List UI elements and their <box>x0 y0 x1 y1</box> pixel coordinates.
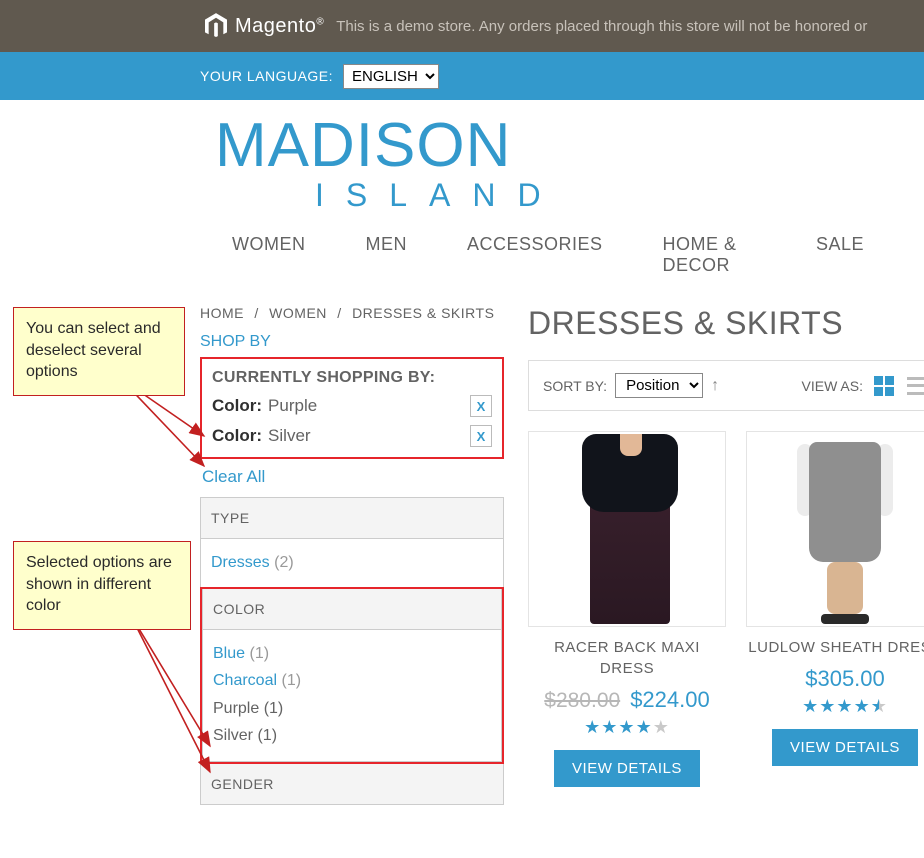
product-image-link[interactable] <box>528 431 726 627</box>
price: $224.00 <box>630 687 710 712</box>
old-price: $280.00 <box>544 689 620 712</box>
sort-by-select[interactable]: Position <box>615 373 703 398</box>
currently-shopping-box: CURRENTLY SHOPPING BY: Color: Purple X C… <box>200 357 504 459</box>
shop-by-title: SHOP BY <box>200 333 504 351</box>
nav-women[interactable]: WOMEN <box>232 234 306 276</box>
view-as-label: VIEW AS: <box>802 378 863 394</box>
main-column: DRESSES & SKIRTS SORT BY: Position ↑ VIE… <box>504 289 924 805</box>
currently-shopping-head: CURRENTLY SHOPPING BY: <box>202 359 502 393</box>
product-name[interactable]: RACER BACK MAXI DRESS <box>528 637 726 679</box>
filter-option-charcoal[interactable]: Charcoal <box>213 672 277 689</box>
rating-stars: ★★★★★ <box>528 717 726 738</box>
current-filter-value: Silver <box>268 426 311 446</box>
clear-all-link[interactable]: Clear All <box>200 459 265 497</box>
product-image-link[interactable] <box>746 431 924 627</box>
filter-color-block: COLOR Blue (1) Charcoal (1) Purple (1) S… <box>202 589 502 762</box>
nav-sale[interactable]: SALE <box>816 234 864 276</box>
page-title: DRESSES & SKIRTS <box>528 305 924 342</box>
nav-men[interactable]: MEN <box>366 234 408 276</box>
nav-home-decor[interactable]: HOME & DECOR <box>663 234 756 276</box>
site-logo[interactable]: MADISON ISLAND <box>200 100 924 214</box>
sort-by-label: SORT BY: <box>543 378 607 394</box>
product-card: LUDLOW SHEATH DRESS $305.00 ★★★★★★ VIEW … <box>746 431 924 787</box>
language-label: YOUR LANGUAGE: <box>200 68 333 84</box>
brand-sub: ISLAND <box>215 177 924 214</box>
sidebar: HOME / WOMEN / DRESSES & SKIRTS SHOP BY … <box>200 289 504 805</box>
filter-color-head: COLOR <box>203 589 501 630</box>
remove-filter-button[interactable]: X <box>470 425 492 447</box>
sort-direction-icon[interactable]: ↑ <box>711 377 719 395</box>
annotation-callout: Selected options are shown in different … <box>13 541 191 630</box>
filter-option-blue[interactable]: Blue <box>213 645 245 662</box>
product-name[interactable]: LUDLOW SHEATH DRESS <box>746 637 924 658</box>
language-select[interactable]: ENGLISH <box>343 64 439 89</box>
toolbar: SORT BY: Position ↑ VIEW AS: <box>528 360 924 411</box>
product-grid: RACER BACK MAXI DRESS $280.00 $224.00 ★★★… <box>528 431 924 787</box>
filter-option-silver-selected[interactable]: Silver <box>213 727 253 744</box>
nav-accessories[interactable]: ACCESSORIES <box>467 234 603 276</box>
crumb-home[interactable]: HOME <box>200 305 244 321</box>
list-view-icon[interactable] <box>907 375 924 397</box>
product-image <box>562 434 692 624</box>
filter-gender-block: GENDER <box>200 764 504 805</box>
remove-filter-button[interactable]: X <box>470 395 492 417</box>
filter-type-block: TYPE Dresses (2) <box>200 497 504 589</box>
annotation-callout: You can select and deselect several opti… <box>13 307 185 396</box>
current-filter-row: Color: Purple X <box>202 393 502 423</box>
brand-top: MADISON <box>215 110 924 181</box>
crumb-current: DRESSES & SKIRTS <box>352 305 494 321</box>
demo-notice-text: This is a demo store. Any orders placed … <box>336 18 867 35</box>
crumb-women[interactable]: WOMEN <box>269 305 327 321</box>
view-details-button[interactable]: VIEW DETAILS <box>772 729 918 766</box>
filter-gender-head: GENDER <box>201 764 503 804</box>
filter-type-head: TYPE <box>201 498 503 539</box>
breadcrumb: HOME / WOMEN / DRESSES & SKIRTS <box>200 289 504 333</box>
filter-option[interactable]: Dresses <box>211 554 270 571</box>
price: $305.00 <box>805 666 885 691</box>
main-nav: WOMEN MEN ACCESSORIES HOME & DECOR SALE <box>200 214 924 289</box>
product-card: RACER BACK MAXI DRESS $280.00 $224.00 ★★★… <box>528 431 726 787</box>
magento-icon <box>205 12 227 40</box>
product-image <box>797 434 893 624</box>
language-bar: YOUR LANGUAGE: ENGLISH <box>0 52 924 100</box>
grid-view-icon[interactable] <box>873 375 895 397</box>
current-filter-value: Purple <box>268 396 317 416</box>
current-filter-row: Color: Silver X <box>202 423 502 453</box>
magento-logo: Magento® <box>205 12 324 40</box>
rating-stars: ★★★★★★ <box>746 696 924 717</box>
filter-option-purple-selected[interactable]: Purple <box>213 700 259 717</box>
view-details-button[interactable]: VIEW DETAILS <box>554 750 700 787</box>
demo-notice-bar: Magento® This is a demo store. Any order… <box>0 0 924 52</box>
